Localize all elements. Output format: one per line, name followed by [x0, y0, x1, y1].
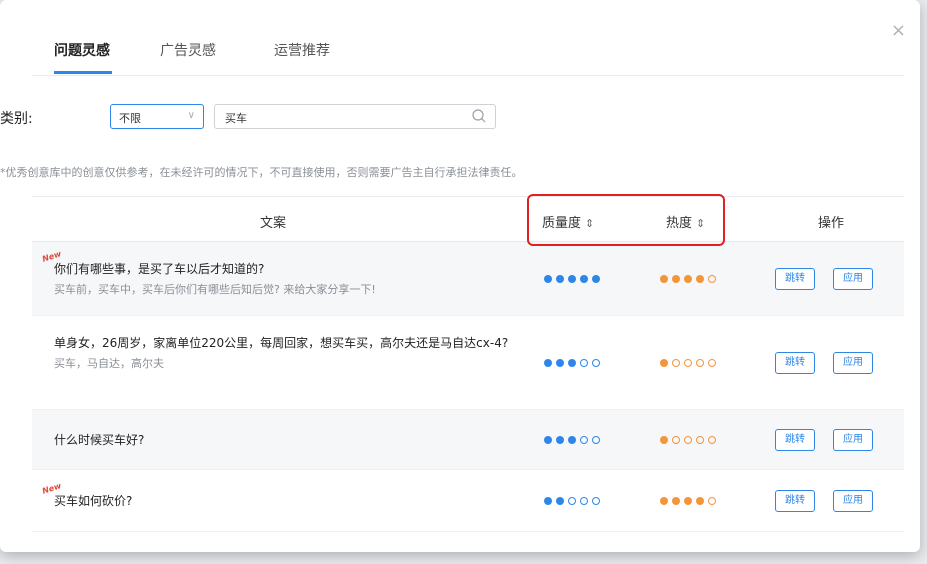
- heat-dot: [696, 497, 704, 505]
- heat-dot: [696, 275, 704, 283]
- quality-dot: [556, 359, 564, 367]
- disclaimer-text: *优秀创意库中的创意仅供参考，在未经许可的情况下，不可直接使用，否则需要广告主自…: [0, 166, 523, 179]
- heat-rating: [660, 359, 716, 367]
- heat-dot: [696, 436, 704, 444]
- category-select[interactable]: 不限 ∨: [110, 104, 204, 129]
- quality-dot: [544, 275, 552, 283]
- heat-dot: [684, 359, 692, 367]
- heat-dot: [660, 275, 668, 283]
- header-action: 操作: [818, 216, 845, 231]
- quality-dot: [568, 275, 576, 283]
- heat-dot: [708, 497, 716, 505]
- heat-dot: [684, 275, 692, 283]
- tab-question-inspiration[interactable]: 问题灵感: [54, 40, 110, 60]
- heat-dot: [684, 436, 692, 444]
- search-icon[interactable]: [471, 108, 487, 124]
- apply-button[interactable]: 应用: [833, 429, 873, 451]
- quality-dot: [592, 497, 600, 505]
- search-input[interactable]: 买车: [214, 104, 496, 129]
- heat-dot: [708, 275, 716, 283]
- apply-button[interactable]: 应用: [833, 268, 873, 290]
- heat-dot: [660, 359, 668, 367]
- row-copy-cell: New 买车如何砍价?: [41, 481, 524, 510]
- table-row: 什么时候买车好? 跳转 应用: [32, 410, 904, 470]
- heat-rating: [660, 275, 716, 283]
- chevron-down-icon: ∨: [187, 110, 195, 121]
- active-tab-indicator: [54, 71, 112, 74]
- heat-dot: [672, 275, 680, 283]
- row-copy-cell: 什么时候买车好?: [54, 431, 524, 449]
- search-input-value: 买车: [225, 112, 247, 125]
- quality-rating: [544, 436, 600, 444]
- header-heat[interactable]: 热度 ⇕: [666, 212, 705, 231]
- row-title: 什么时候买车好?: [54, 433, 145, 447]
- heat-dot: [672, 497, 680, 505]
- quality-rating: [544, 359, 600, 367]
- quality-dot: [592, 436, 600, 444]
- quality-dot: [544, 436, 552, 444]
- jump-button[interactable]: 跳转: [775, 490, 815, 512]
- heat-rating: [660, 436, 716, 444]
- jump-button[interactable]: 跳转: [775, 268, 815, 290]
- inspiration-table: 文案 质量度 ⇕ 热度 ⇕ 操作 New 你们有哪些事，是买了车以后才知道的? 买车…: [32, 196, 904, 532]
- table-row: New 你们有哪些事，是买了车以后才知道的? 买车前，买车中，买车后你们有哪些后…: [32, 242, 904, 316]
- tab-ad-inspiration[interactable]: 广告灵感: [160, 40, 216, 60]
- quality-dot: [580, 436, 588, 444]
- heat-dot: [672, 436, 680, 444]
- heat-dot: [672, 359, 680, 367]
- quality-dot: [580, 497, 588, 505]
- row-subtitle: 买车前，买车中，买车后你们有哪些后知后觉? 来给大家分享一下!: [54, 283, 376, 296]
- category-label: 类别:: [0, 111, 33, 127]
- quality-dot: [592, 359, 600, 367]
- row-title: 买车如何砍价?: [54, 494, 133, 508]
- heat-dot: [708, 436, 716, 444]
- quality-dot: [556, 497, 564, 505]
- row-copy-cell: New 你们有哪些事，是买了车以后才知道的? 买车前，买车中，买车后你们有哪些后…: [41, 249, 524, 298]
- quality-dot: [544, 497, 552, 505]
- jump-button[interactable]: 跳转: [775, 352, 815, 374]
- row-subtitle: 买车，马自达，高尔夫: [54, 357, 164, 370]
- heat-dot: [660, 436, 668, 444]
- jump-button[interactable]: 跳转: [775, 429, 815, 451]
- heat-dot: [708, 359, 716, 367]
- header-quality[interactable]: 质量度 ⇕: [542, 212, 594, 231]
- row-title: 你们有哪些事，是买了车以后才知道的?: [54, 262, 265, 276]
- row-title: 单身女，26周岁，家离单位220公里，每周回家，想买车买，高尔夫还是马自达cx-…: [54, 336, 509, 350]
- apply-button[interactable]: 应用: [833, 352, 873, 374]
- quality-dot: [580, 359, 588, 367]
- tab-bar: 问题灵感 广告灵感 运营推荐: [32, 0, 904, 76]
- quality-dot: [592, 275, 600, 283]
- table-row: New 买车如何砍价? 跳转 应用: [32, 470, 904, 532]
- quality-dot: [568, 359, 576, 367]
- heat-dot: [684, 497, 692, 505]
- heat-rating: [660, 497, 716, 505]
- header-heat-label: 热度: [666, 216, 693, 231]
- quality-dot: [556, 436, 564, 444]
- row-copy-cell: 单身女，26周岁，家离单位220公里，每周回家，想买车买，高尔夫还是马自达cx-…: [54, 334, 524, 372]
- quality-dot: [568, 497, 576, 505]
- quality-dot: [568, 436, 576, 444]
- quality-dot: [544, 359, 552, 367]
- apply-button[interactable]: 应用: [833, 490, 873, 512]
- quality-rating: [544, 497, 600, 505]
- heat-dot: [696, 359, 704, 367]
- table-header: 文案 质量度 ⇕ 热度 ⇕ 操作: [32, 196, 904, 242]
- sort-icon[interactable]: ⇕: [696, 217, 705, 230]
- filter-row: 类别: 不限 ∨ 买车: [0, 104, 500, 130]
- table-row: 单身女，26周岁，家离单位220公里，每周回家，想买车买，高尔夫还是马自达cx-…: [32, 316, 904, 410]
- inspiration-modal: × 问题灵感 广告灵感 运营推荐 类别: 不限 ∨ 买车 *优秀创意库中的创意仅…: [0, 0, 920, 552]
- quality-rating: [544, 275, 600, 283]
- header-quality-label: 质量度: [542, 216, 582, 231]
- quality-dot: [580, 275, 588, 283]
- heat-dot: [660, 497, 668, 505]
- category-select-value: 不限: [119, 112, 141, 125]
- quality-dot: [556, 275, 564, 283]
- tab-operation-recommend[interactable]: 运营推荐: [274, 40, 330, 60]
- sort-icon[interactable]: ⇕: [585, 217, 594, 230]
- header-copy: 文案: [260, 216, 287, 231]
